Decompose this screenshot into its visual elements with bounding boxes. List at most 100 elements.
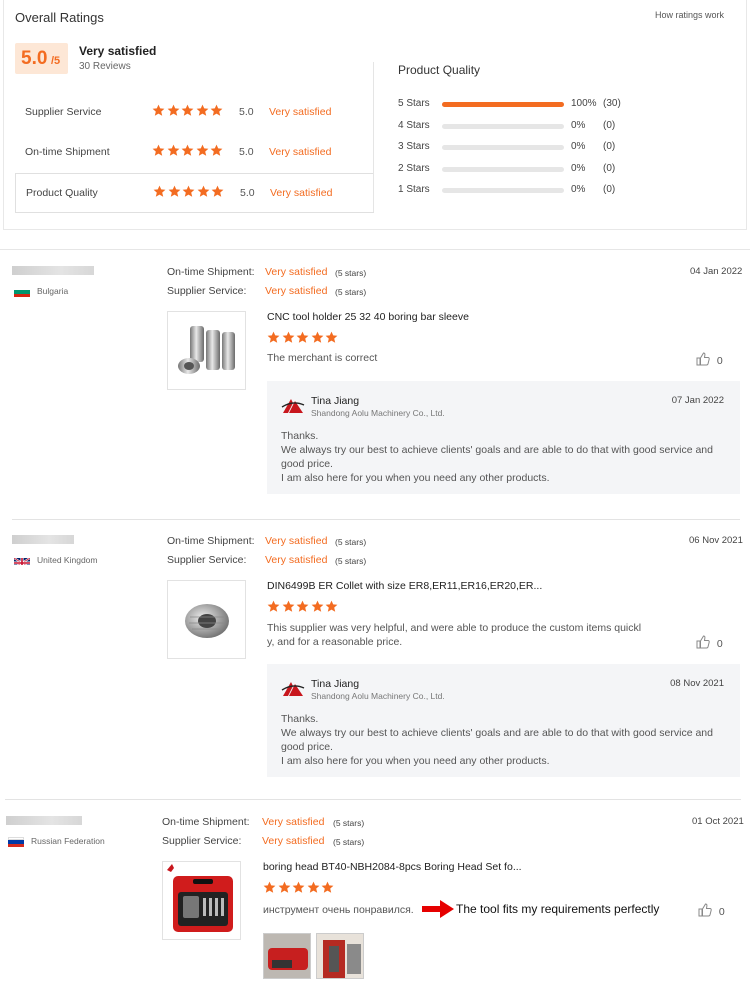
product-thumbnail[interactable] [162, 861, 241, 940]
reviewer-name-blurred [6, 816, 82, 825]
review-divider [12, 519, 740, 520]
product-quality-title: Product Quality [398, 63, 481, 77]
supplier-logo-icon [281, 682, 305, 696]
service-label: Supplier Service: [167, 285, 247, 297]
like-count: 0 [718, 906, 725, 918]
product-title-link[interactable]: DIN6499B ER Collet with size ER8,ER11,ER… [267, 580, 542, 592]
reviews-count: 30 Reviews [79, 61, 131, 72]
review-text: This supplier was very helpful, and were… [267, 622, 642, 648]
service-verdict: Very satisfied [265, 554, 328, 566]
star-icon [263, 881, 276, 893]
star-icon [292, 881, 305, 893]
service-stars-text: (5 stars) [333, 837, 365, 847]
distribution-label: 1 Stars [398, 184, 430, 195]
star-icon [307, 881, 319, 893]
sub-rating-value: 5.0 [240, 187, 255, 199]
star-icon [311, 600, 323, 612]
reviewer-name-blurred [12, 535, 74, 544]
sub-rating-verdict: Very satisfied [269, 146, 332, 158]
red-arrow-icon [422, 900, 454, 918]
like-count: 0 [716, 355, 723, 367]
supplier-reply: Tina Jiang Shandong Aolu Machinery Co., … [267, 381, 740, 494]
star-icon [181, 144, 194, 156]
like-button[interactable]: 0 [696, 352, 723, 367]
reply-body: Thanks. We always try our best to achiev… [281, 429, 731, 485]
reply-company: Shandong Aolu Machinery Co., Ltd. [311, 408, 445, 418]
overall-score-badge: 5.0 /5 [15, 43, 68, 74]
service-label: Supplier Service: [167, 554, 247, 566]
reply-line: We always try our best to achieve client… [281, 727, 713, 753]
review-photo[interactable] [316, 933, 364, 979]
star-icon [278, 881, 290, 893]
sub-rating-value: 5.0 [239, 106, 254, 118]
product-thumbnail[interactable] [167, 580, 246, 659]
review-date: 04 Jan 2022 [690, 266, 743, 277]
like-count: 0 [716, 638, 723, 650]
russia-flag-icon [8, 837, 24, 847]
panel-divider [373, 62, 374, 212]
star-icon [152, 104, 165, 116]
sub-rating-label: Product Quality [26, 187, 98, 199]
star-icon [197, 185, 209, 197]
reviewer-country: United Kingdom [37, 555, 98, 565]
product-thumbnail[interactable] [167, 311, 246, 390]
star-icon [168, 185, 180, 197]
reviewer-country: Bulgaria [37, 286, 69, 296]
distribution-count: (0) [603, 141, 616, 152]
shipment-verdict: Very satisfied [265, 266, 328, 278]
star-icon [167, 104, 179, 116]
distribution-percent: 100% [571, 98, 597, 109]
sub-rating-label: On-time Shipment [25, 146, 110, 158]
reviewer-country: Russian Federation [31, 836, 105, 846]
star-rating [152, 104, 225, 122]
overall-score-max: /5 [51, 55, 61, 67]
distribution-row: 3 Stars 0% (0) [398, 140, 638, 154]
distribution-percent: 0% [571, 163, 586, 174]
reply-company: Shandong Aolu Machinery Co., Ltd. [311, 691, 445, 701]
shipment-label: On-time Shipment: [162, 816, 250, 828]
star-icon [267, 331, 280, 343]
distribution-row: 5 Stars 100% (30) [398, 97, 638, 111]
how-ratings-work-link[interactable]: How ratings work [655, 10, 724, 20]
review-divider [5, 799, 741, 800]
reply-line: We always try our best to achieve client… [281, 444, 713, 470]
star-icon [325, 331, 338, 343]
uk-flag-icon [14, 555, 30, 565]
star-icon [282, 331, 294, 343]
star-icon [196, 144, 208, 156]
star-icon [210, 104, 223, 116]
star-rating [152, 144, 225, 162]
reply-line: Thanks. [281, 713, 319, 725]
reply-date: 08 Nov 2021 [670, 678, 724, 689]
distribution-percent: 0% [571, 184, 586, 195]
sub-rating-verdict: Very satisfied [269, 106, 332, 118]
shipment-label: On-time Shipment: [167, 535, 255, 547]
service-stars-text: (5 stars) [335, 287, 367, 297]
sub-rating-product-quality[interactable]: Product Quality 5.0 Very satisfied [15, 173, 374, 213]
like-button[interactable]: 0 [698, 903, 725, 918]
shipment-stars-text: (5 stars) [335, 268, 367, 278]
review-photo[interactable] [263, 933, 311, 979]
review-date: 06 Nov 2021 [689, 535, 743, 546]
star-icon [282, 600, 294, 612]
reply-author: Tina Jiang [311, 678, 360, 690]
star-icon [267, 600, 280, 612]
star-icon [152, 144, 165, 156]
star-icon [321, 881, 334, 893]
product-title-link[interactable]: CNC tool holder 25 32 40 boring bar slee… [267, 311, 469, 323]
shipment-stars-text: (5 stars) [333, 818, 365, 828]
like-button[interactable]: 0 [696, 635, 723, 650]
star-icon [211, 185, 224, 197]
product-star-rating [263, 881, 336, 899]
distribution-fill [442, 102, 564, 107]
product-title-link[interactable]: boring head BT40-NBH2084-8pcs Boring Hea… [263, 861, 522, 873]
star-icon [325, 600, 338, 612]
reply-author: Tina Jiang [311, 395, 360, 407]
reply-line: I am also here for you when you need any… [281, 472, 550, 484]
distribution-label: 4 Stars [398, 120, 430, 131]
overall-ratings-title: Overall Ratings [15, 10, 104, 25]
service-label: Supplier Service: [162, 835, 242, 847]
distribution-track [442, 167, 564, 172]
star-rating [153, 185, 226, 203]
star-icon [311, 331, 323, 343]
